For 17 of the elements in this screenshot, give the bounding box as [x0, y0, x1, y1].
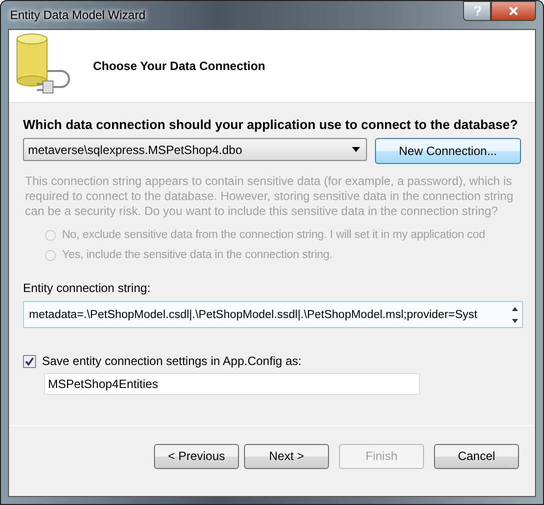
question-label: Which data connection should your application use to connect to the database? — [23, 117, 519, 132]
new-connection-button[interactable]: New Connection... — [374, 138, 521, 164]
close-icon[interactable] — [509, 6, 518, 16]
wizard-button[interactable]: Cancel — [434, 444, 519, 468]
page-heading: Choose Your Data Connection — [93, 59, 266, 73]
window-title: Entity Data Model Wizard — [9, 8, 146, 22]
connection-string-field[interactable]: metadata=.\PetShopModel.csdl|.\PetShopModel.ssdl|.\PetShopModel.msl;provider=Syst — [23, 301, 523, 328]
caret-icon — [352, 147, 360, 152]
wizard-button[interactable]: < Previous — [154, 444, 239, 468]
sensitive-data-note: This connection string appears to contain sensitive data (for example, a password), which is required to connect to the database. However, storing sensitive data in the connection string can be a security risk. Do you want to include this sensitive data in the connection string? — [25, 174, 514, 219]
wizard-button[interactable]: Next > — [244, 444, 329, 468]
checkbox[interactable] — [23, 354, 36, 368]
checkbox-label[interactable]: Save entity connection settings in App.Config as: — [42, 354, 302, 368]
entity-name-field[interactable]: MSPetShop4Entities — [44, 373, 420, 395]
entity-connection-string-label: Entity connection string: — [23, 281, 152, 295]
wizard-button: Finish — [339, 444, 424, 468]
connection-dropdown[interactable]: metaverse\sqlexpress.MSPetShop4.dbo — [23, 138, 367, 161]
